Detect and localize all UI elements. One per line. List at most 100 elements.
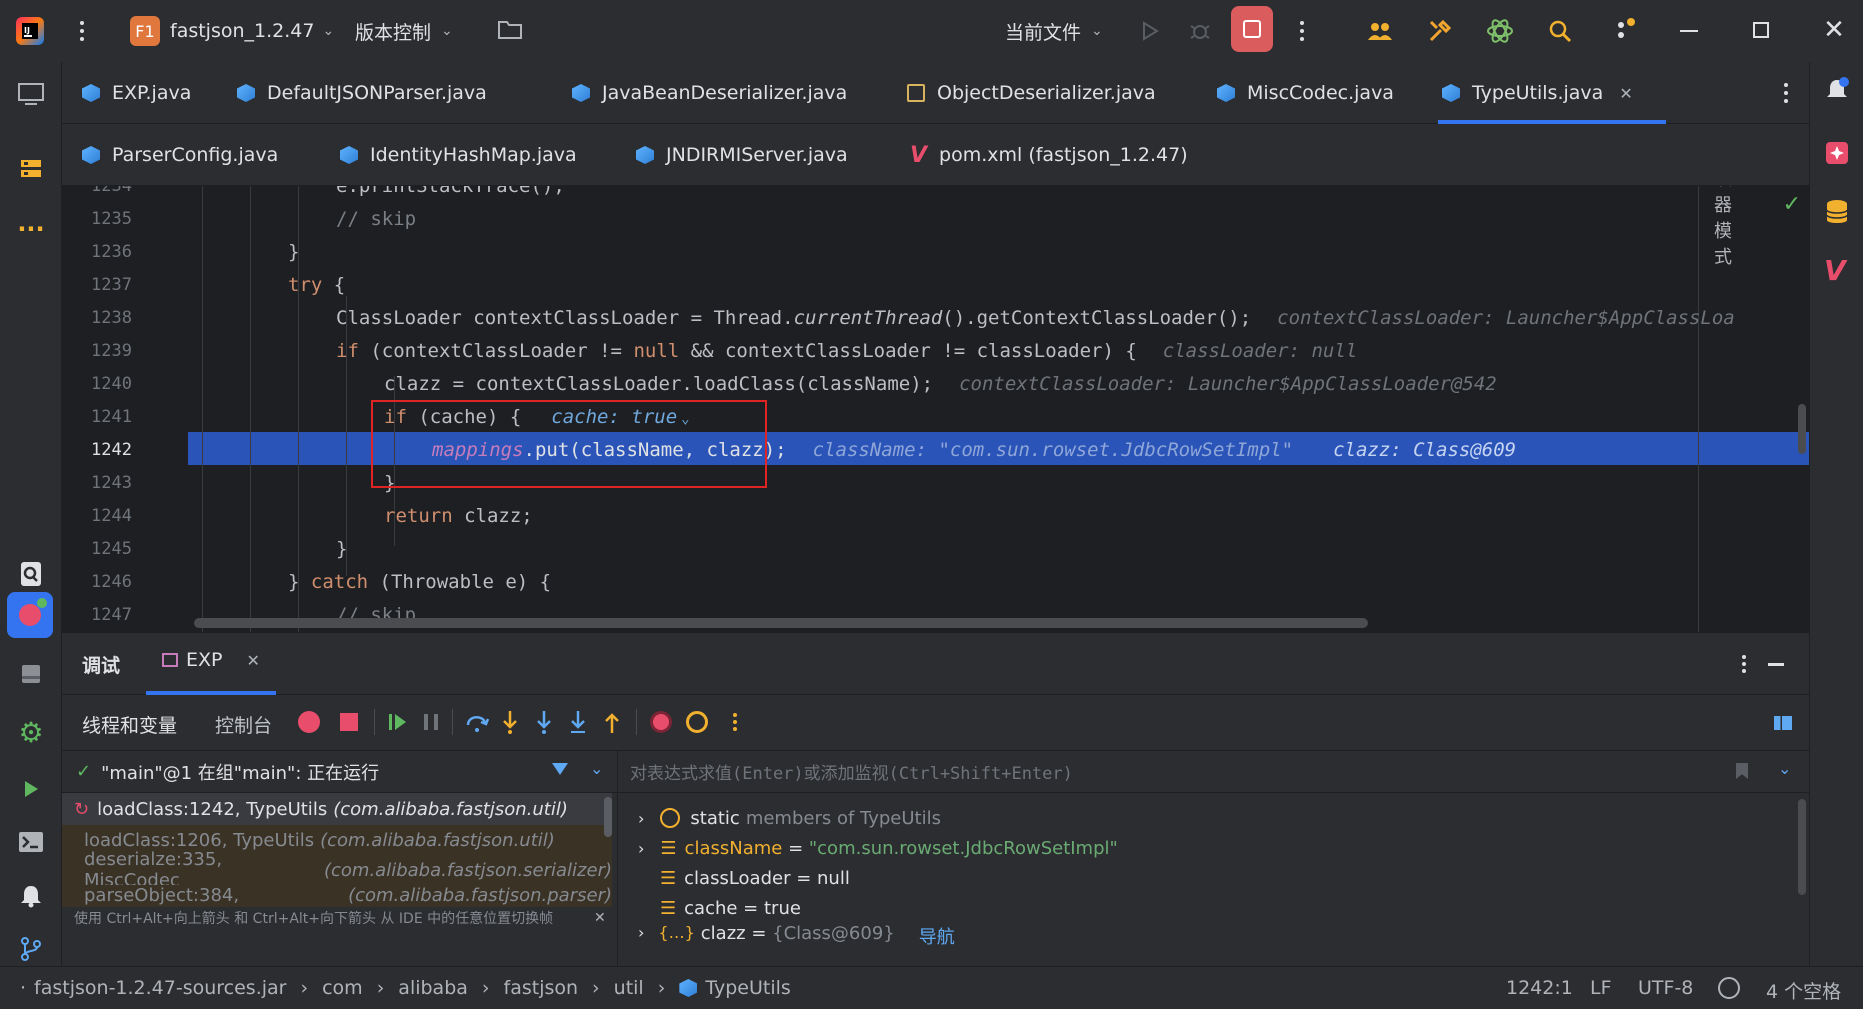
notifications-icon[interactable] bbox=[1824, 76, 1850, 109]
frame-row[interactable]: parseObject:384, DefaultJSONParser (com.… bbox=[62, 885, 612, 907]
view-breakpoints-icon[interactable] bbox=[650, 711, 672, 733]
breadcrumb-alibaba[interactable]: alibaba bbox=[398, 977, 468, 999]
chevron-down-icon[interactable]: ⌄ bbox=[1778, 759, 1791, 778]
more-actions-icon[interactable] bbox=[1292, 15, 1312, 47]
more-debug-actions-icon[interactable] bbox=[730, 711, 740, 733]
frame-row[interactable]: deserialze:335, MiscCodec (com.alibaba.f… bbox=[62, 849, 612, 891]
main-menu-icon[interactable] bbox=[72, 15, 92, 47]
subtab-console[interactable]: 控制台 bbox=[215, 711, 272, 738]
breadcrumb-fastjson[interactable]: fastjson bbox=[504, 977, 579, 999]
tab-exp-java[interactable]: EXP.java bbox=[82, 62, 191, 124]
find-icon[interactable] bbox=[0, 552, 62, 596]
smart-step-into-icon[interactable] bbox=[568, 709, 588, 740]
maximize-icon[interactable] bbox=[1753, 22, 1769, 38]
settings-update-icon[interactable] bbox=[1605, 11, 1645, 51]
tab-jndirmiserver[interactable]: JNDIRMIServer.java bbox=[636, 124, 848, 186]
variables-scrollbar[interactable] bbox=[1798, 799, 1806, 895]
variable-row-static[interactable]: › static members of TypeUtils bbox=[618, 803, 941, 833]
project-view-icon[interactable] bbox=[0, 72, 62, 116]
git-branch-icon[interactable] bbox=[0, 927, 62, 971]
force-step-into-icon[interactable] bbox=[534, 709, 554, 740]
close-tab-icon[interactable]: ✕ bbox=[246, 651, 259, 670]
tab-defaultjsonparser[interactable]: DefaultJSONParser.java bbox=[237, 62, 487, 124]
project-selector[interactable]: F1 fastjson_1.2.47 ⌄ bbox=[130, 13, 334, 49]
stop-button[interactable] bbox=[1231, 6, 1273, 52]
subtab-threads-variables[interactable]: 线程和变量 bbox=[82, 711, 177, 738]
line-separator[interactable]: LF bbox=[1590, 977, 1612, 999]
variable-row-classloader[interactable]: ☰ classLoader = null bbox=[618, 863, 850, 893]
breadcrumb-jar[interactable]: fastjson-1.2.47-sources.jar bbox=[34, 977, 286, 999]
services-gear-icon[interactable]: ⚙ bbox=[0, 710, 62, 754]
variable-row-clazz[interactable]: › {…} clazz = {Class@609} 导航 bbox=[618, 923, 955, 945]
indent-setting[interactable]: 4 个空格 bbox=[1766, 977, 1841, 1004]
notifications-bell-icon[interactable] bbox=[0, 874, 62, 918]
tab-javabeandeserializer[interactable]: JavaBeanDeserializer.java bbox=[572, 62, 847, 124]
step-out-icon[interactable] bbox=[602, 709, 622, 740]
evaluate-expression-input[interactable]: 对表达式求值(Enter)或添加监视(Ctrl+Shift+Enter) ⌄ bbox=[618, 751, 1809, 793]
hide-panel-icon[interactable] bbox=[1768, 663, 1784, 666]
build-tools-icon[interactable] bbox=[1420, 11, 1460, 51]
code-editor[interactable]: 1234 1235 1236 1237 1238 1239 1240 1241 … bbox=[62, 186, 1809, 632]
frame-row-selected[interactable]: ↻ loadClass:1242, TypeUtils (com.alibaba… bbox=[62, 793, 612, 825]
vertical-scrollbar[interactable] bbox=[1798, 404, 1806, 454]
breadcrumb-util[interactable]: util bbox=[614, 977, 644, 999]
file-encoding[interactable]: UTF-8 bbox=[1638, 977, 1693, 999]
mute-breakpoints-icon[interactable] bbox=[686, 711, 708, 733]
tab-exp-session[interactable]: EXP ✕ bbox=[162, 649, 260, 671]
plugin-icon[interactable] bbox=[1824, 140, 1850, 171]
bookmark-icon[interactable] bbox=[1736, 763, 1748, 779]
database-icon[interactable] bbox=[1825, 199, 1849, 230]
tab-misccodec[interactable]: MiscCodec.java bbox=[1217, 62, 1394, 124]
close-hint-icon[interactable]: ✕ bbox=[594, 910, 606, 926]
frames-scrollbar[interactable] bbox=[604, 797, 612, 837]
readonly-lock-icon[interactable] bbox=[1718, 977, 1740, 999]
stop-icon[interactable] bbox=[340, 713, 358, 731]
resume-icon[interactable] bbox=[388, 711, 408, 738]
terminal-icon[interactable] bbox=[0, 820, 62, 864]
close-window-icon[interactable]: ✕ bbox=[1820, 16, 1848, 44]
intellij-logo-icon[interactable]: IJ bbox=[14, 15, 46, 47]
tab-pom-xml[interactable]: Vpom.xml (fastjson_1.2.47) bbox=[910, 124, 1188, 186]
ai-assistant-icon[interactable] bbox=[1480, 11, 1520, 51]
database-storage-icon[interactable] bbox=[0, 652, 62, 696]
maven-icon[interactable]: V bbox=[1824, 254, 1846, 287]
code-with-me-icon[interactable] bbox=[1360, 11, 1400, 51]
rerun-debug-icon[interactable] bbox=[298, 711, 320, 733]
chevron-right-icon[interactable]: › bbox=[638, 839, 644, 858]
options-icon[interactable] bbox=[1734, 653, 1754, 675]
chevron-right-icon[interactable]: › bbox=[638, 923, 644, 942]
step-over-icon[interactable] bbox=[464, 709, 490, 740]
minimize-icon[interactable] bbox=[1680, 30, 1698, 32]
run-tool-icon[interactable] bbox=[0, 767, 62, 811]
caret-position[interactable]: 1242:1 bbox=[1506, 977, 1573, 999]
breadcrumb-com[interactable]: com bbox=[322, 977, 363, 999]
tab-debug[interactable]: 调试 bbox=[82, 651, 120, 678]
close-tab-icon[interactable]: ✕ bbox=[1619, 84, 1632, 103]
tab-identityhashmap[interactable]: IdentityHashMap.java bbox=[340, 124, 577, 186]
chevron-down-icon[interactable]: ⌄ bbox=[590, 759, 603, 778]
folder-icon[interactable] bbox=[497, 18, 523, 42]
tab-typeutils-active[interactable]: TypeUtils.java ✕ bbox=[1438, 62, 1666, 124]
debug-bug-icon[interactable] bbox=[1180, 11, 1220, 51]
variable-row-classname[interactable]: › ☰ className = "com.sun.rowset.JdbcRowS… bbox=[618, 833, 1118, 863]
debug-tool-button[interactable] bbox=[7, 592, 53, 638]
variable-row-cache[interactable]: ☰ cache = true bbox=[618, 893, 801, 923]
search-icon[interactable] bbox=[1540, 11, 1580, 51]
reader-mode-button[interactable]: 阅读器模式 ✓ bbox=[1706, 186, 1809, 268]
step-into-icon[interactable] bbox=[500, 709, 520, 740]
more-tools-icon[interactable]: ··· bbox=[0, 207, 62, 251]
chevron-right-icon[interactable]: › bbox=[638, 809, 644, 828]
vcs-selector[interactable]: 版本控制 ⌄ bbox=[355, 13, 453, 49]
tab-parserconfig[interactable]: ParserConfig.java bbox=[82, 124, 278, 186]
filter-icon[interactable] bbox=[552, 763, 568, 775]
thread-selector[interactable]: ✓ "main"@1 在组"main": 正在运行 ⌄ bbox=[62, 751, 617, 793]
navigate-link[interactable]: 导航 bbox=[919, 923, 955, 945]
pause-icon[interactable] bbox=[424, 714, 438, 730]
tab-options-icon[interactable] bbox=[1776, 80, 1796, 106]
layout-settings-icon[interactable] bbox=[1774, 716, 1792, 730]
run-icon[interactable] bbox=[1130, 11, 1170, 51]
structure-icon[interactable] bbox=[0, 147, 62, 191]
breadcrumb-typeutils[interactable]: TypeUtils bbox=[705, 977, 790, 999]
run-config-selector[interactable]: 当前文件 ⌄ bbox=[1005, 13, 1103, 49]
tab-objectdeserializer[interactable]: ObjectDeserializer.java bbox=[907, 62, 1156, 124]
